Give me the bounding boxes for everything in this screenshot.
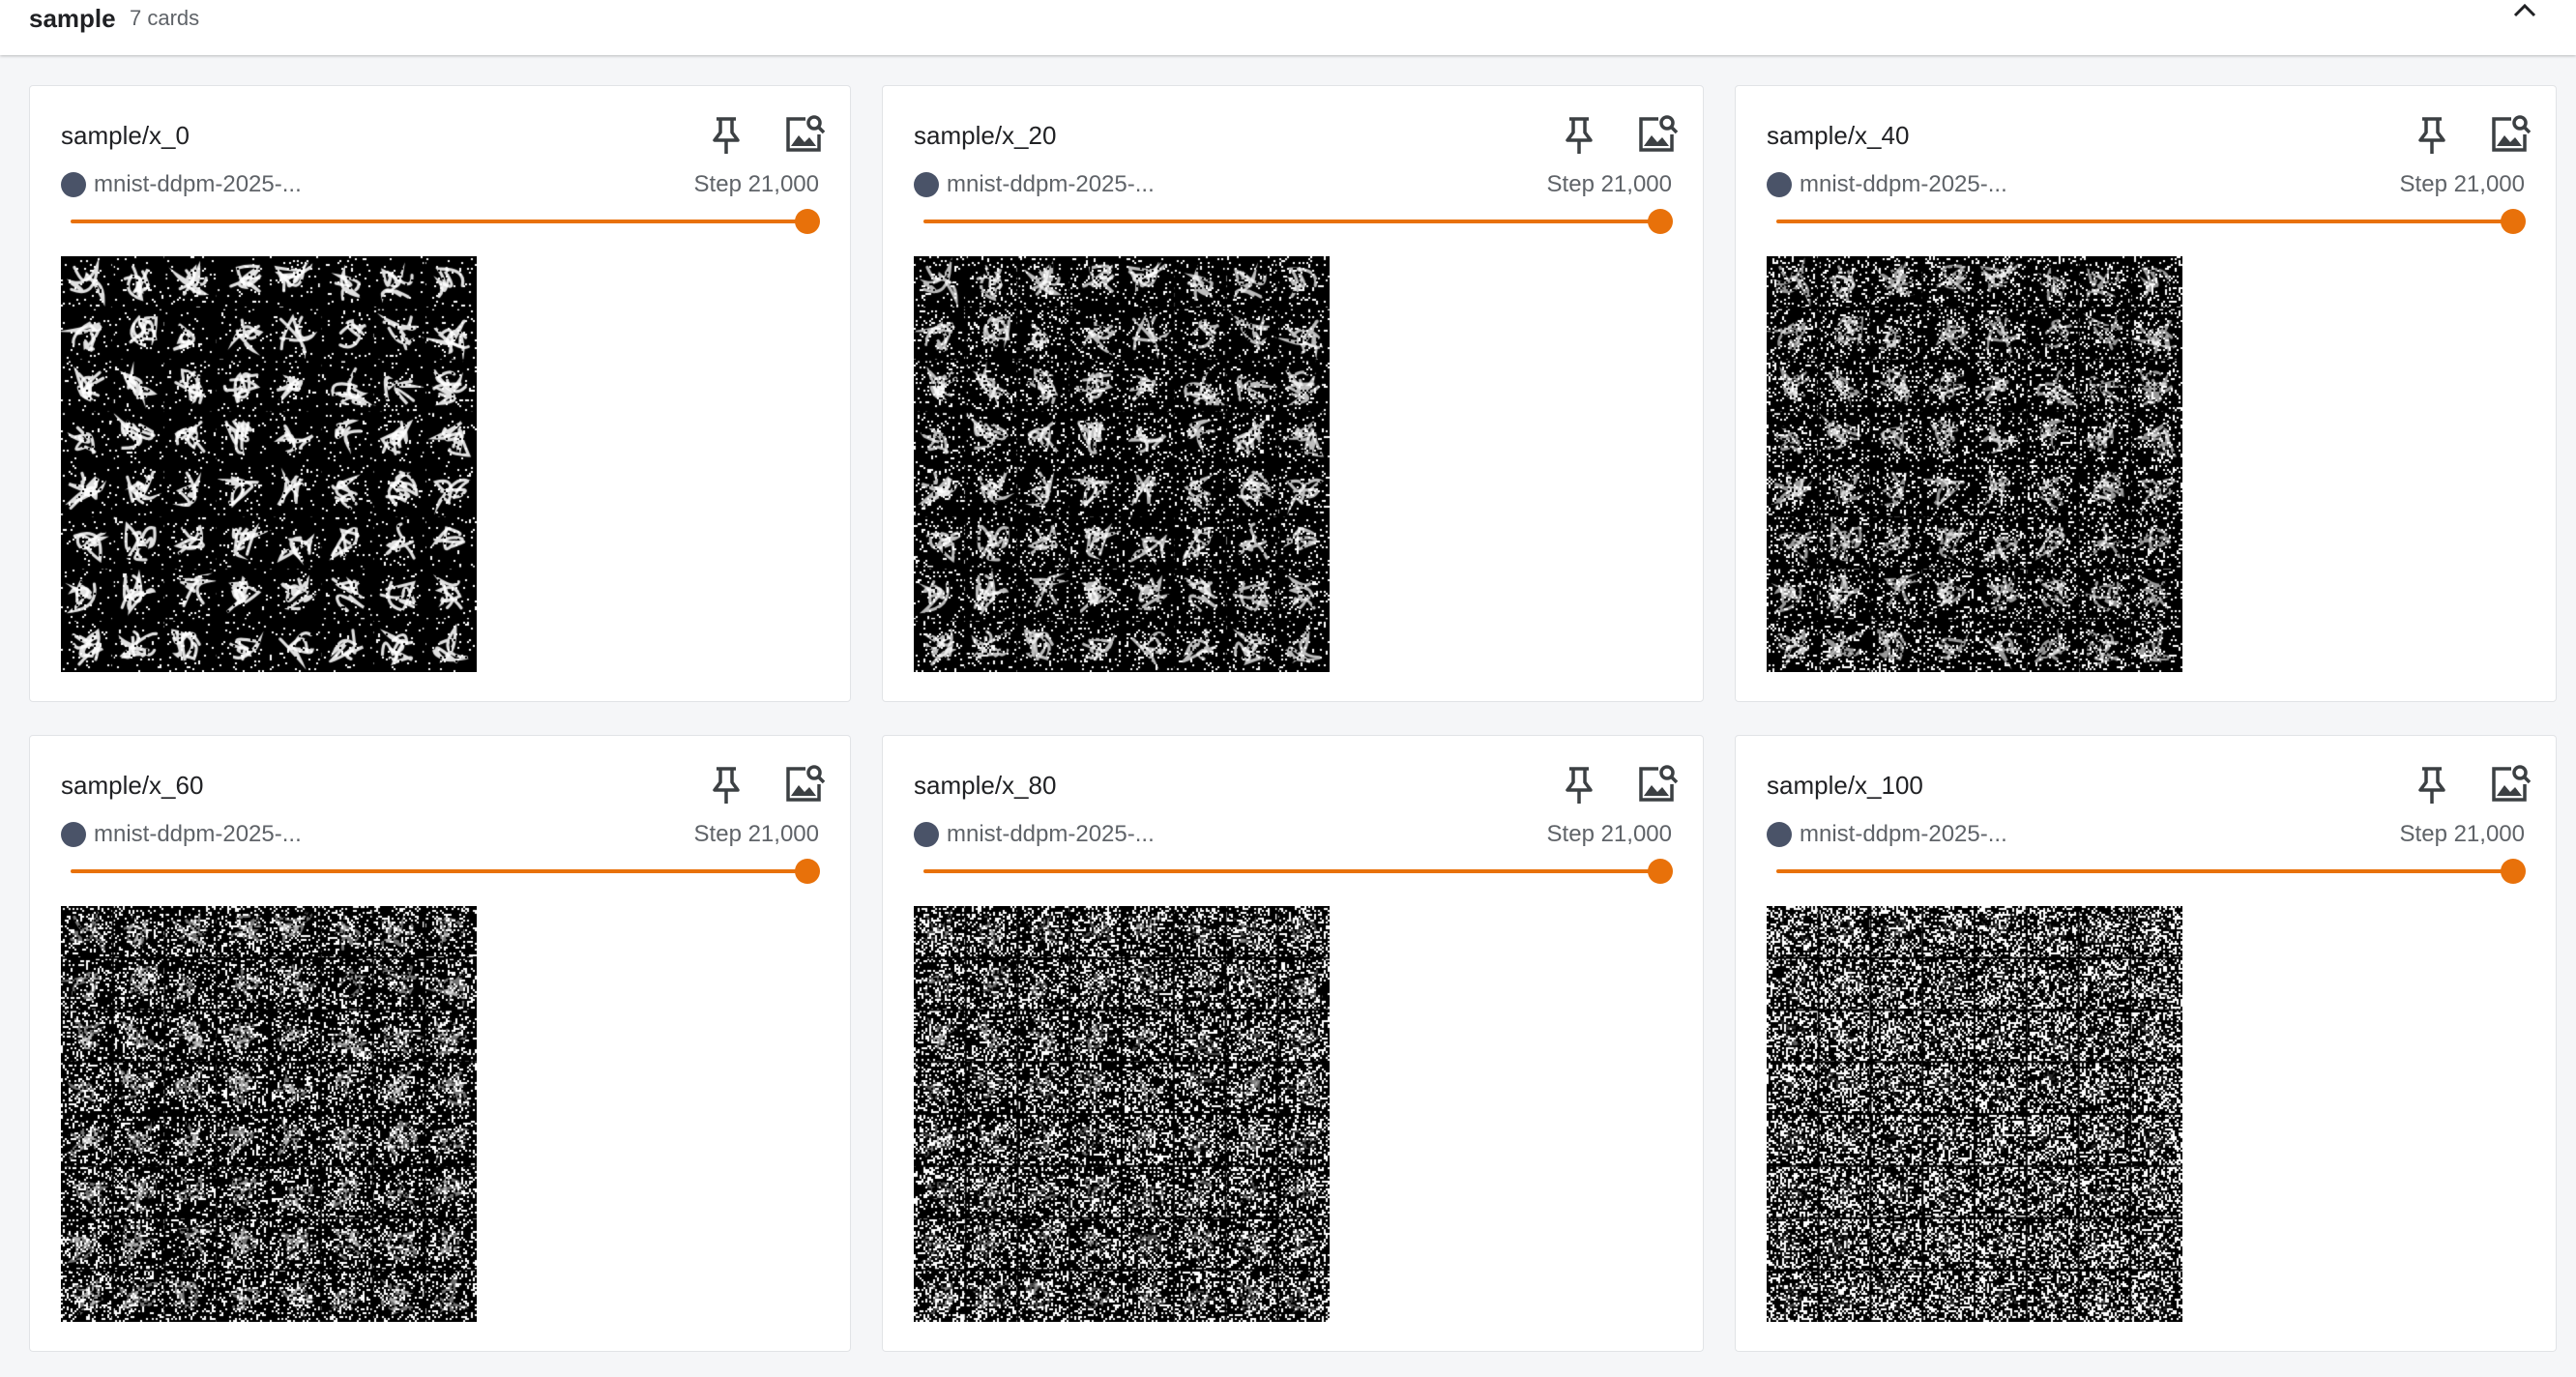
pin-button[interactable] — [1556, 761, 1602, 807]
image-search-icon — [2492, 115, 2532, 152]
step-label: Step 21,000 — [693, 171, 819, 197]
run-name: mnist-ddpm-2025-... — [94, 171, 302, 197]
slider-thumb[interactable] — [2501, 859, 2526, 884]
view-image-button[interactable] — [780, 111, 827, 158]
image-card: sample/x_0 mnist-ddpm-2025-... Step 21,0… — [29, 85, 851, 702]
step-label: Step 21,000 — [1546, 171, 1672, 197]
run-color-dot — [1767, 172, 1792, 197]
card-title: sample/x_100 — [1767, 771, 1923, 800]
image-card: sample/x_60 mnist-ddpm-2025-... Step 21,… — [29, 735, 851, 1352]
image-card: sample/x_100 mnist-ddpm-2025-... Step 21… — [1735, 735, 2557, 1352]
step-label: Step 21,000 — [2399, 821, 2525, 847]
pin-button[interactable] — [2409, 761, 2455, 807]
run-color-dot — [61, 822, 86, 847]
card-group-header: sample 7 cards — [0, 0, 2576, 55]
slider-track — [923, 869, 1660, 873]
sample-image-grid[interactable] — [1767, 906, 2182, 1322]
slider-thumb[interactable] — [1648, 209, 1673, 234]
image-search-icon — [786, 115, 826, 152]
run-name: mnist-ddpm-2025-... — [947, 821, 1155, 847]
card-title: sample/x_20 — [914, 121, 1057, 150]
run-color-dot — [914, 172, 939, 197]
run-name: mnist-ddpm-2025-... — [1800, 821, 2007, 847]
run-name: mnist-ddpm-2025-... — [947, 171, 1155, 197]
step-slider[interactable] — [71, 208, 820, 235]
step-label: Step 21,000 — [1546, 821, 1672, 847]
step-label: Step 21,000 — [2399, 171, 2525, 197]
group-title: sample — [29, 4, 116, 33]
view-image-button[interactable] — [780, 761, 827, 807]
slider-track — [71, 869, 807, 873]
pin-icon — [1566, 767, 1593, 804]
step-slider[interactable] — [923, 858, 1673, 885]
pin-icon — [713, 767, 740, 804]
pin-icon — [2418, 117, 2445, 154]
image-card: sample/x_20 mnist-ddpm-2025-... Step 21,… — [882, 85, 1704, 702]
image-card: sample/x_80 mnist-ddpm-2025-... Step 21,… — [882, 735, 1704, 1352]
pin-icon — [713, 117, 740, 154]
image-search-icon — [786, 765, 826, 802]
card-title: sample/x_0 — [61, 121, 190, 150]
run-color-dot — [61, 172, 86, 197]
sample-image-grid[interactable] — [61, 256, 477, 672]
slider-track — [71, 220, 807, 223]
card-title: sample/x_40 — [1767, 121, 1910, 150]
sample-image-grid[interactable] — [1767, 256, 2182, 672]
step-slider[interactable] — [1776, 208, 2526, 235]
run-color-dot — [1767, 822, 1792, 847]
sample-image-grid[interactable] — [914, 906, 1330, 1322]
group-card-count: 7 cards — [130, 6, 200, 30]
card-title: sample/x_60 — [61, 771, 204, 800]
card-title: sample/x_80 — [914, 771, 1057, 800]
slider-track — [1776, 869, 2513, 873]
view-image-button[interactable] — [2486, 111, 2532, 158]
view-image-button[interactable] — [2486, 761, 2532, 807]
image-search-icon — [2492, 765, 2532, 802]
run-name: mnist-ddpm-2025-... — [1800, 171, 2007, 197]
slider-thumb[interactable] — [795, 859, 820, 884]
chevron-up-icon — [2513, 3, 2536, 17]
sample-image-grid[interactable] — [61, 906, 477, 1322]
run-color-dot — [914, 822, 939, 847]
image-search-icon — [1639, 115, 1679, 152]
slider-thumb[interactable] — [795, 209, 820, 234]
slider-thumb[interactable] — [1648, 859, 1673, 884]
image-card: sample/x_40 mnist-ddpm-2025-... Step 21,… — [1735, 85, 2557, 702]
step-label: Step 21,000 — [693, 821, 819, 847]
slider-thumb[interactable] — [2501, 209, 2526, 234]
pin-button[interactable] — [2409, 111, 2455, 158]
collapse-group-button[interactable] — [2510, 0, 2539, 23]
step-slider[interactable] — [71, 858, 820, 885]
step-slider[interactable] — [1776, 858, 2526, 885]
view-image-button[interactable] — [1633, 761, 1680, 807]
pin-icon — [1566, 117, 1593, 154]
slider-track — [923, 220, 1660, 223]
pin-button[interactable] — [703, 111, 749, 158]
pin-icon — [2418, 767, 2445, 804]
pin-button[interactable] — [703, 761, 749, 807]
step-slider[interactable] — [923, 208, 1673, 235]
pin-button[interactable] — [1556, 111, 1602, 158]
sample-image-grid[interactable] — [914, 256, 1330, 672]
run-name: mnist-ddpm-2025-... — [94, 821, 302, 847]
slider-track — [1776, 220, 2513, 223]
image-search-icon — [1639, 765, 1679, 802]
view-image-button[interactable] — [1633, 111, 1680, 158]
